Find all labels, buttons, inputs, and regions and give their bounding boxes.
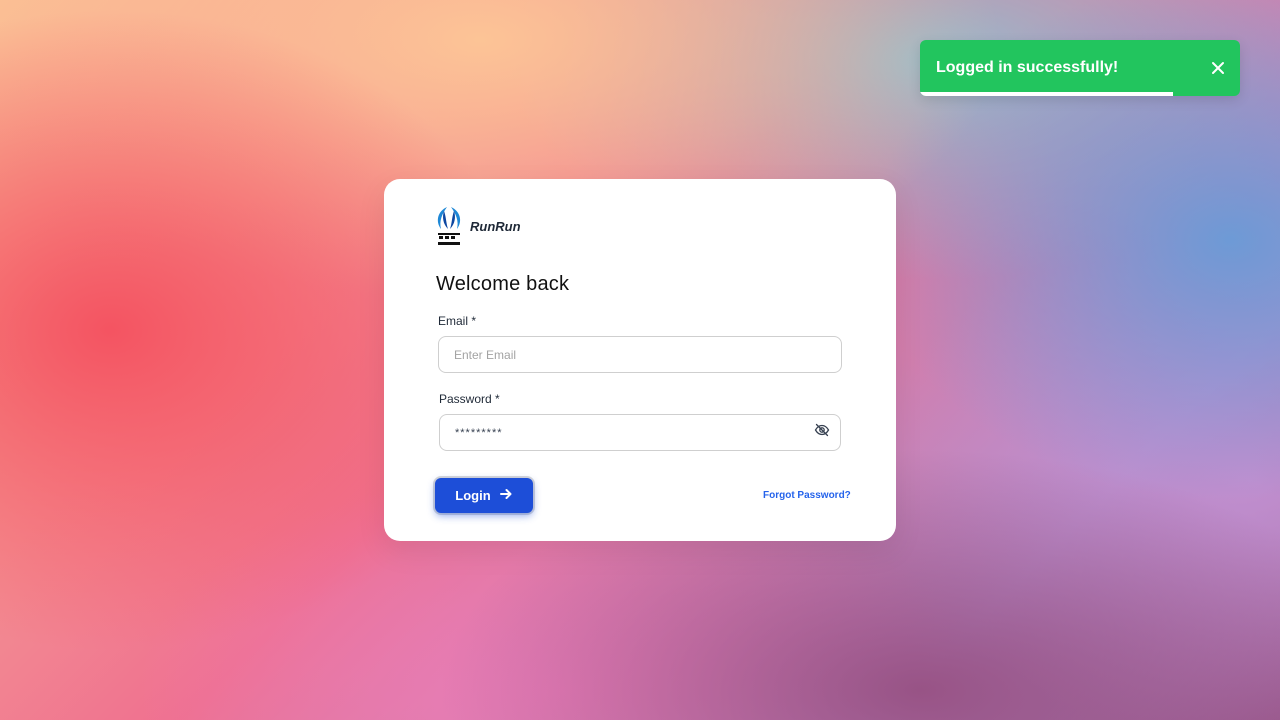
password-label: Password * xyxy=(439,392,500,406)
eye-off-icon[interactable] xyxy=(814,422,830,438)
railtel-logo xyxy=(434,205,464,247)
brand: RunRun xyxy=(434,205,521,247)
forgot-password-link[interactable]: Forgot Password? xyxy=(763,490,851,501)
close-icon[interactable] xyxy=(1208,58,1228,78)
login-card: RunRun Welcome back Email * Password * L… xyxy=(384,179,896,541)
email-label: Email * xyxy=(438,314,477,328)
page-title: Welcome back xyxy=(436,273,570,295)
login-button[interactable]: Login xyxy=(435,478,533,513)
login-button-label: Login xyxy=(455,488,491,503)
toast-progress-bar xyxy=(920,92,1173,96)
password-field[interactable] xyxy=(439,414,841,451)
arrow-right-icon xyxy=(499,487,513,504)
success-toast: Logged in successfully! xyxy=(920,40,1240,96)
brand-name: RunRun xyxy=(470,218,521,234)
toast-message: Logged in successfully! xyxy=(936,59,1119,76)
email-field[interactable] xyxy=(438,336,842,373)
